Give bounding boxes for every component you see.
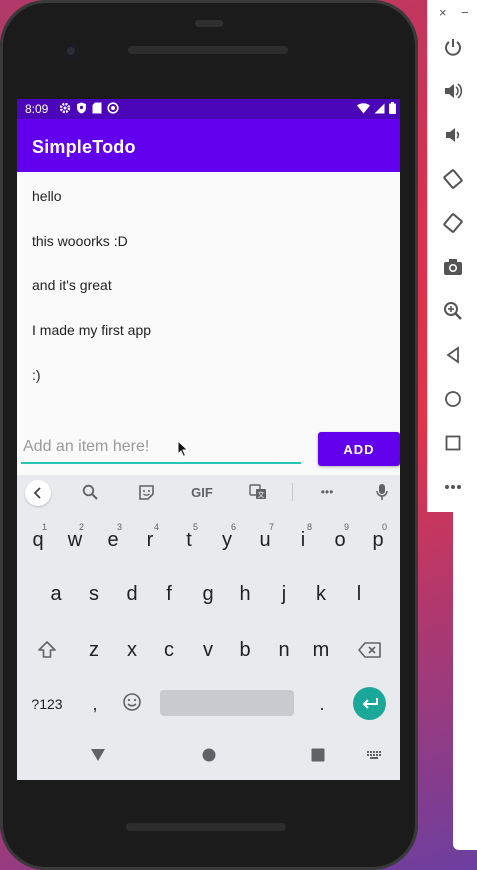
key-j[interactable]: j (269, 574, 299, 614)
backspace-icon[interactable] (355, 630, 385, 670)
volume-up-icon[interactable] (441, 79, 465, 103)
status-bar: 8:09 (17, 99, 400, 119)
key-l[interactable]: l (344, 574, 374, 614)
bottom-speaker-grill (126, 823, 286, 831)
zoom-icon[interactable] (441, 299, 465, 323)
signal-icon (374, 103, 385, 113)
key-a[interactable]: a (41, 574, 71, 614)
search-icon[interactable] (80, 480, 100, 504)
add-item-row: ADD (17, 430, 400, 470)
space-key[interactable] (160, 690, 294, 716)
period-key[interactable]: . (307, 684, 337, 724)
key-b[interactable]: b (230, 630, 260, 670)
overview-icon[interactable] (441, 431, 465, 455)
list-item[interactable]: and it's great (32, 277, 112, 293)
shield-icon (77, 102, 86, 114)
emoji-icon[interactable] (117, 682, 147, 722)
rotate-right-icon[interactable] (441, 211, 465, 235)
key-w[interactable]: w2 (60, 520, 90, 560)
speaker (195, 20, 223, 27)
list-item[interactable]: I made my first app (32, 322, 151, 338)
mouse-cursor-icon (177, 440, 189, 458)
emulator-toolbar: × − (427, 0, 477, 512)
key-z[interactable]: z (79, 630, 109, 670)
keyboard-back-icon[interactable] (25, 480, 51, 506)
key-r[interactable]: r4 (135, 520, 165, 560)
soft-keyboard: GIF 文 ••• q1 w2 e3 r4 t5 y6 u7 i8 o9 p0 (17, 475, 400, 734)
phone-screen: 8:09 SimpleTodo hello this wooorks :D an… (17, 99, 400, 780)
key-s[interactable]: s (79, 574, 109, 614)
phone-frame: 8:09 SimpleTodo hello this wooorks :D an… (0, 0, 418, 870)
add-button[interactable]: ADD (318, 432, 400, 466)
key-q[interactable]: q1 (23, 520, 53, 560)
mic-icon[interactable] (372, 480, 392, 504)
key-g[interactable]: g (193, 574, 223, 614)
gif-button[interactable]: GIF (187, 480, 217, 504)
key-v[interactable]: v (193, 630, 223, 670)
key-x[interactable]: x (117, 630, 147, 670)
more-icon[interactable] (441, 475, 465, 499)
keyboard-switch-icon[interactable] (367, 751, 382, 760)
back-icon[interactable] (441, 343, 465, 367)
svg-text:文: 文 (258, 490, 265, 499)
power-icon[interactable] (441, 35, 465, 59)
rotate-left-icon[interactable] (441, 167, 465, 191)
nav-home-icon[interactable] (202, 748, 216, 762)
nav-back-icon[interactable] (90, 748, 106, 762)
key-k[interactable]: k (306, 574, 336, 614)
minimize-button[interactable]: − (461, 4, 469, 22)
app-title: SimpleTodo (32, 137, 136, 157)
nav-overview-icon[interactable] (311, 748, 325, 762)
list-item[interactable]: :) (32, 367, 41, 383)
volume-down-icon[interactable] (441, 123, 465, 147)
more-options-button[interactable]: ••• (315, 480, 339, 504)
earpiece-grill (128, 46, 288, 54)
enter-icon[interactable] (353, 687, 386, 720)
toolbar-divider (292, 483, 293, 501)
close-button[interactable]: × (439, 4, 447, 22)
list-item[interactable]: hello (32, 188, 62, 204)
item-input[interactable] (21, 432, 301, 464)
sd-card-icon (92, 102, 102, 114)
navigation-bar (17, 734, 400, 780)
key-h[interactable]: h (230, 574, 260, 614)
key-e[interactable]: e3 (98, 520, 128, 560)
key-u[interactable]: u7 (250, 520, 280, 560)
key-f[interactable]: f (154, 574, 184, 614)
keyboard-toolbar: GIF 文 ••• (17, 475, 400, 509)
home-icon[interactable] (441, 387, 465, 411)
key-d[interactable]: d (117, 574, 147, 614)
settings-icon (59, 102, 71, 114)
battery-icon (389, 102, 396, 114)
shift-icon[interactable] (32, 630, 62, 670)
symbols-key[interactable]: ?123 (26, 684, 68, 724)
list-item[interactable]: this wooorks :D (32, 233, 128, 249)
key-c[interactable]: c (154, 630, 184, 670)
sticker-icon[interactable] (136, 480, 156, 504)
no-disturb-icon (107, 102, 119, 114)
comma-key[interactable]: , (80, 684, 110, 724)
camera-icon[interactable] (441, 255, 465, 279)
key-t[interactable]: t5 (174, 520, 204, 560)
key-y[interactable]: y6 (212, 520, 242, 560)
key-o[interactable]: o9 (325, 520, 355, 560)
key-n[interactable]: n (269, 630, 299, 670)
background-window (453, 512, 477, 850)
key-m[interactable]: m (306, 630, 336, 670)
key-p[interactable]: p0 (363, 520, 393, 560)
front-camera (64, 44, 78, 58)
key-i[interactable]: i8 (288, 520, 318, 560)
app-bar: SimpleTodo (17, 119, 400, 172)
translate-icon[interactable]: 文 (248, 480, 268, 504)
status-time: 8:09 (25, 102, 49, 116)
wifi-icon (357, 102, 370, 113)
